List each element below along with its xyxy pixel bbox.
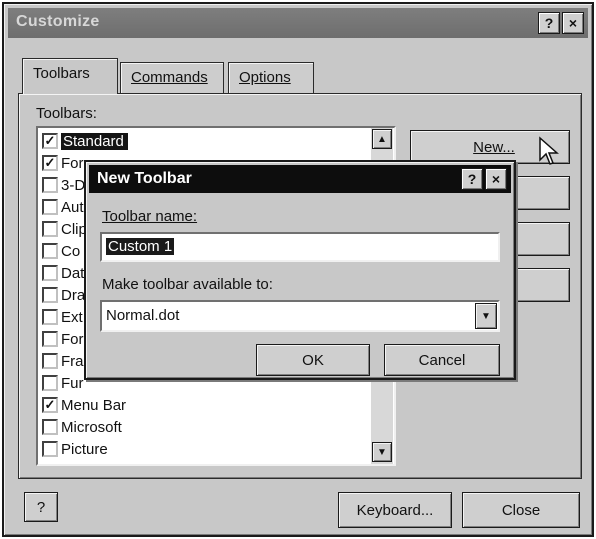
keyboard-button[interactable]: Keyboard...: [338, 492, 452, 528]
question-icon: ?: [36, 498, 46, 516]
checkbox[interactable]: [42, 177, 58, 193]
cancel-label: Cancel: [418, 352, 466, 369]
new-toolbar-close-button[interactable]: ×: [485, 168, 507, 190]
checkbox[interactable]: [42, 199, 58, 215]
tab-commands-label: Commands: [131, 69, 208, 86]
chevron-down-icon: ▼: [481, 310, 491, 322]
ok-label: OK: [302, 352, 324, 369]
checkbox[interactable]: [42, 265, 58, 281]
toolbar-name-value: Custom 1: [106, 238, 175, 255]
toolbar-name-input[interactable]: Custom 1: [100, 232, 500, 262]
checkbox[interactable]: [42, 287, 58, 303]
dialog-title: Customize: [16, 13, 100, 30]
scroll-down-button[interactable]: ▼: [372, 442, 392, 462]
close-button[interactable]: Close: [462, 492, 580, 528]
list-item[interactable]: Microsoft: [40, 416, 366, 438]
help-button[interactable]: ?: [24, 492, 58, 522]
new-toolbar-help-button[interactable]: ?: [461, 168, 483, 190]
checkbox[interactable]: [42, 243, 58, 259]
checkbox[interactable]: [42, 331, 58, 347]
close-icon: ×: [568, 15, 578, 31]
checkbox[interactable]: [42, 221, 58, 237]
tab-commands[interactable]: Commands: [120, 62, 224, 94]
list-item[interactable]: ✓ Menu Bar: [40, 394, 366, 416]
tab-options[interactable]: Options: [228, 62, 314, 94]
dropdown-button[interactable]: ▼: [475, 303, 497, 329]
list-item[interactable]: ✓ Standard: [40, 130, 366, 152]
close-label: Close: [501, 502, 541, 519]
arrow-up-icon: ▲: [377, 133, 387, 145]
toolbar-name-label: Toolbar name:: [102, 208, 198, 225]
tab-toolbars[interactable]: Toolbars: [22, 58, 118, 94]
checkbox[interactable]: [42, 441, 58, 457]
new-toolbar-title-bar: New Toolbar ? ×: [89, 165, 511, 193]
checkbox[interactable]: [42, 419, 58, 435]
checkbox[interactable]: [42, 375, 58, 391]
checkbox[interactable]: [42, 309, 58, 325]
tab-toolbars-label: Toolbars: [33, 65, 90, 82]
mouse-cursor-icon: [539, 136, 559, 165]
new-toolbar-dialog: New Toolbar ? × Toolbar name: Custom 1 M…: [84, 160, 516, 380]
toolbars-list-label: Toolbars:: [36, 105, 97, 122]
checkbox[interactable]: [42, 353, 58, 369]
close-icon: ×: [491, 171, 501, 187]
ok-button[interactable]: OK: [256, 344, 370, 376]
available-to-value: Normal.dot: [106, 307, 180, 324]
checkbox[interactable]: ✓: [42, 397, 58, 413]
question-icon: ?: [467, 171, 477, 187]
available-to-label: Make toolbar available to:: [102, 276, 273, 293]
list-item[interactable]: Picture: [40, 438, 366, 460]
title-bar: Customize ? ×: [8, 8, 588, 38]
arrow-down-icon: ▼: [377, 446, 387, 458]
tab-options-label: Options: [239, 69, 291, 86]
keyboard-label: Keyboard...: [356, 502, 434, 519]
available-to-select[interactable]: Normal.dot ▼: [100, 300, 500, 332]
checkbox[interactable]: ✓: [42, 133, 58, 149]
help-title-button[interactable]: ?: [538, 12, 560, 34]
cancel-button[interactable]: Cancel: [384, 344, 500, 376]
new-toolbar-title: New Toolbar: [97, 170, 192, 187]
checkbox[interactable]: ✓: [42, 155, 58, 171]
close-title-button[interactable]: ×: [562, 12, 584, 34]
scroll-up-button[interactable]: ▲: [372, 129, 392, 149]
question-icon: ?: [544, 15, 554, 31]
